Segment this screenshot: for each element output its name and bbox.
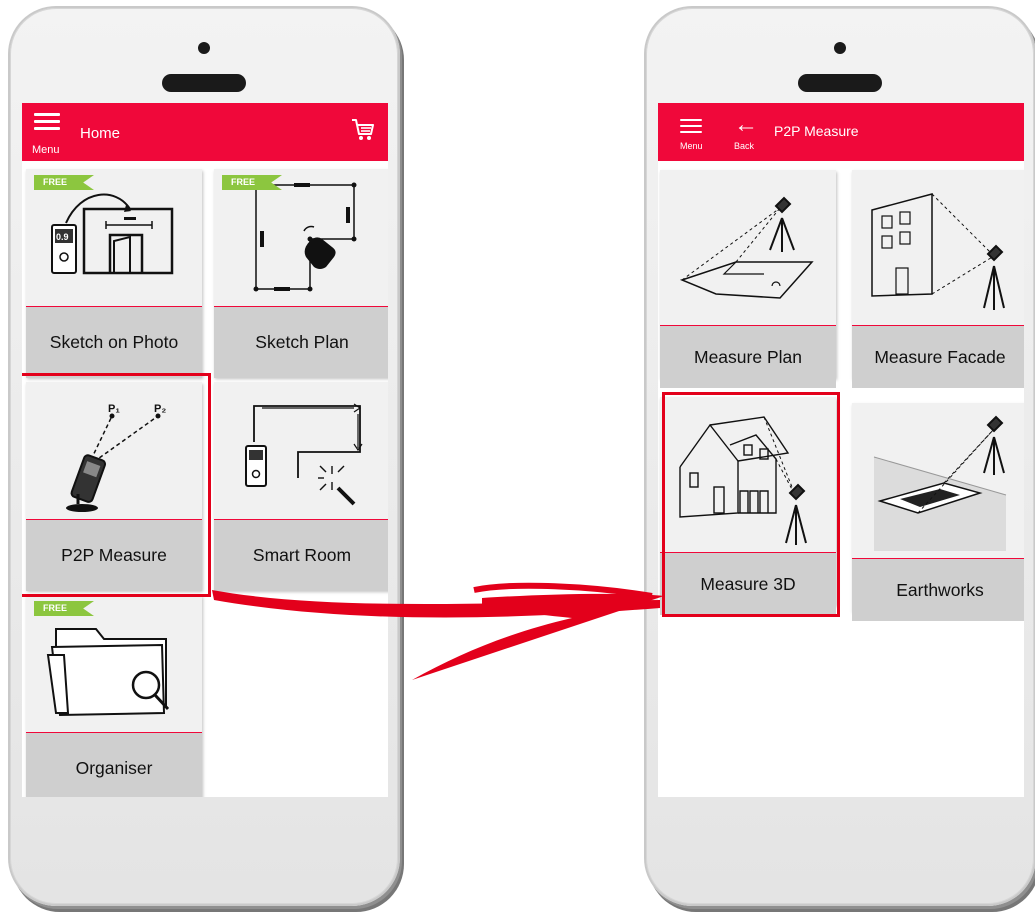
right-phone: Menu ← Back P2P Measure Measure Plan Mea…: [644, 6, 1035, 906]
tile-label: Sketch Plan: [214, 306, 388, 378]
measure-plan-illustration: [679, 196, 814, 299]
tile-label: Sketch on Photo: [26, 306, 202, 378]
cart-icon[interactable]: [350, 117, 376, 143]
tile-label: Measure Facade: [852, 325, 1024, 388]
tile-earthworks[interactable]: Earthworks: [852, 403, 1024, 621]
tile-measure-facade[interactable]: Measure Facade: [852, 170, 1024, 388]
camera: [198, 42, 210, 54]
back-label: Back: [734, 141, 755, 151]
selection-highlight: [662, 392, 840, 617]
home-screen: Menu Home 0.9 FREE Sketch on Photo FREE …: [22, 103, 388, 797]
camera: [834, 42, 846, 54]
menu-icon[interactable]: [34, 113, 60, 134]
app-bar: Menu ← Back P2P Measure: [658, 103, 1024, 161]
tile-label: Organiser: [26, 732, 202, 797]
tile-organiser[interactable]: FREE Organiser: [26, 595, 202, 797]
selection-highlight: [22, 373, 211, 597]
p2p-measure-screen: Menu ← Back P2P Measure Measure Plan Mea…: [658, 103, 1024, 797]
smart-room-illustration: [245, 403, 363, 506]
measure-facade-illustration: [871, 193, 1005, 310]
tile-smart-room[interactable]: Smart Room: [214, 382, 388, 591]
tile-sketch-plan[interactable]: FREE Sketch Plan: [214, 169, 388, 378]
tile-label: Earthworks: [852, 558, 1024, 621]
speaker: [162, 74, 246, 92]
tile-sketch-on-photo[interactable]: 0.9 FREE Sketch on Photo: [26, 169, 202, 378]
app-bar: Menu Home: [22, 103, 388, 161]
svg-text:0.9: 0.9: [56, 232, 69, 242]
transition-arrow-icon: [212, 582, 664, 680]
left-phone: Menu Home 0.9 FREE Sketch on Photo FREE …: [8, 6, 400, 906]
earthworks-illustration: [873, 415, 1007, 551]
menu-label: Menu: [32, 144, 60, 156]
tile-label: Measure Plan: [660, 325, 836, 388]
menu-label: Menu: [680, 141, 703, 151]
speaker: [798, 74, 882, 92]
back-arrow-icon[interactable]: ←: [734, 113, 758, 137]
menu-icon[interactable]: [680, 119, 702, 137]
page-title: Home: [80, 125, 121, 142]
page-title: P2P Measure: [774, 123, 859, 139]
tile-measure-plan[interactable]: Measure Plan: [660, 170, 836, 388]
